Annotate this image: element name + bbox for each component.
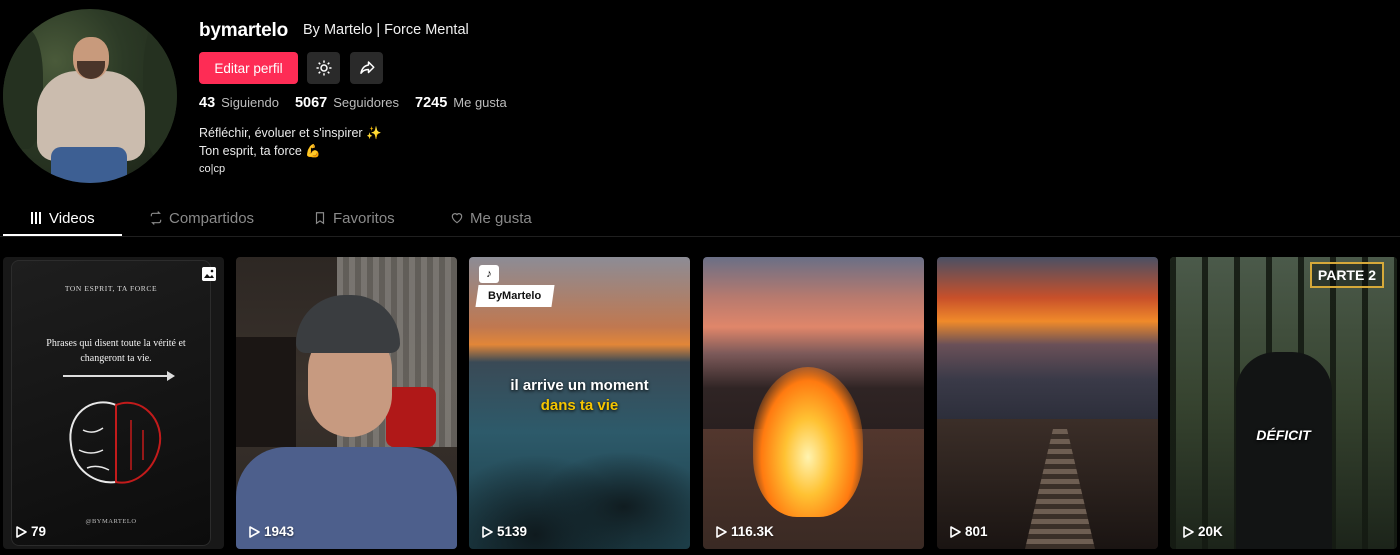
profile-bio: Réfléchir, évoluer et s'inspirer ✨ Ton e… bbox=[199, 124, 382, 178]
thumbnail-caption: DÉFICIT bbox=[1256, 427, 1311, 443]
following-count: 43 bbox=[199, 95, 216, 111]
following-label: Siguiendo bbox=[221, 95, 279, 110]
tab-favorites[interactable]: Favoritos bbox=[313, 200, 395, 236]
video-card[interactable]: 1943 bbox=[236, 257, 457, 549]
tab-shared-label: Compartidos bbox=[169, 209, 255, 227]
thumbnail-arrow bbox=[63, 371, 175, 381]
view-count-value: 801 bbox=[965, 524, 988, 539]
followers-count: 5067 bbox=[294, 95, 328, 111]
profile-avatar[interactable] bbox=[3, 9, 177, 183]
thumbnail-part-tag: PARTE 2 bbox=[1309, 262, 1384, 288]
share-icon bbox=[359, 61, 374, 74]
bookmark-icon bbox=[315, 212, 325, 225]
thumbnail-author-text: ByMartelo bbox=[488, 290, 542, 302]
tab-liked[interactable]: Me gusta bbox=[450, 200, 532, 236]
heart-icon bbox=[451, 213, 463, 224]
profile-stats: 43 Siguiendo 5067 Seguidores 7245 Me gus… bbox=[199, 95, 523, 111]
view-count-value: 1943 bbox=[264, 524, 295, 539]
video-card[interactable]: TON ESPRIT, TA FORCE Phrases qui disent … bbox=[3, 257, 224, 549]
likes-count: 7245 bbox=[415, 95, 448, 111]
followers-label: Seguidores bbox=[333, 95, 400, 110]
thumbnail-book-title: TON ESPRIT, TA FORCE bbox=[64, 284, 158, 293]
thumbnail-campfire bbox=[753, 367, 863, 517]
profile-tabs: Videos Compartidos Favoritos Me gusta bbox=[0, 200, 1400, 237]
play-icon bbox=[16, 525, 27, 538]
video-card[interactable]: 116.3K bbox=[703, 257, 924, 549]
video-card[interactable]: 801 bbox=[937, 257, 1158, 549]
avatar-jeans bbox=[51, 147, 127, 183]
tab-liked-label: Me gusta bbox=[470, 209, 532, 227]
tab-shared[interactable]: Compartidos bbox=[149, 200, 254, 236]
share-profile-button[interactable] bbox=[350, 52, 383, 84]
view-count-value: 20K bbox=[1198, 524, 1223, 539]
repost-icon bbox=[150, 211, 162, 225]
thumbnail-caption-yellow: dans ta vie bbox=[540, 397, 619, 414]
edit-profile-button[interactable]: Editar perfil bbox=[199, 52, 298, 84]
thumbnail-caption-white: il arrive un moment bbox=[510, 377, 649, 394]
thumbnail-shelf bbox=[236, 337, 296, 447]
video-card[interactable]: ♪ ByMartelo il arrive un moment dans ta … bbox=[469, 257, 690, 549]
active-tab-indicator bbox=[3, 234, 122, 236]
play-icon bbox=[1183, 525, 1194, 538]
brain-heart-illustration bbox=[69, 401, 162, 484]
gear-icon bbox=[316, 60, 331, 76]
view-count: 1943 bbox=[248, 524, 294, 539]
view-count: 79 bbox=[15, 524, 46, 539]
avatar-background-foliage-right bbox=[143, 19, 177, 159]
profile-nickname: By Martelo | Force Mental bbox=[303, 22, 469, 38]
view-count-value: 5139 bbox=[497, 524, 528, 539]
likes-label: Me gusta bbox=[453, 95, 507, 110]
video-card[interactable]: PARTE 2 DÉFICIT 20K bbox=[1170, 257, 1397, 549]
play-icon bbox=[482, 525, 493, 538]
bio-line-3: co|cp bbox=[199, 163, 226, 175]
play-icon bbox=[249, 525, 260, 538]
thumbnail-author-tag: ByMartelo bbox=[475, 285, 555, 307]
view-count: 116.3K bbox=[715, 524, 774, 539]
tab-videos[interactable]: Videos bbox=[31, 200, 95, 236]
view-count-value: 79 bbox=[31, 524, 47, 539]
view-count: 5139 bbox=[481, 524, 527, 539]
tab-videos-label: Videos bbox=[49, 209, 95, 227]
play-icon bbox=[716, 525, 727, 538]
view-count: 20K bbox=[1182, 524, 1223, 539]
play-icon bbox=[950, 525, 961, 538]
tiktok-logo-icon: ♪ bbox=[479, 265, 499, 283]
grid-icon bbox=[31, 212, 41, 224]
video-thumbnail-book: TON ESPRIT, TA FORCE Phrases qui disent … bbox=[11, 260, 211, 546]
tab-favorites-label: Favoritos bbox=[333, 209, 395, 227]
photo-carousel-icon bbox=[202, 267, 216, 281]
thumbnail-figure bbox=[1236, 352, 1332, 549]
settings-button[interactable] bbox=[307, 52, 340, 84]
thumbnail-book-quote: Phrases qui disent toute la vérité et ch… bbox=[46, 338, 186, 364]
thumbnail-chair bbox=[386, 387, 436, 447]
profile-username: bymartelo bbox=[199, 20, 289, 41]
bio-line-2: Ton esprit, ta force 💪 bbox=[199, 144, 321, 158]
likes-stat: 7245 Me gusta bbox=[415, 95, 507, 111]
view-count-value: 116.3K bbox=[731, 524, 774, 539]
following-stat[interactable]: 43 Siguiendo bbox=[199, 95, 279, 111]
followers-stat[interactable]: 5067 Seguidores bbox=[295, 95, 399, 111]
view-count: 801 bbox=[949, 524, 988, 539]
bio-line-1: Réfléchir, évoluer et s'inspirer ✨ bbox=[199, 126, 382, 140]
